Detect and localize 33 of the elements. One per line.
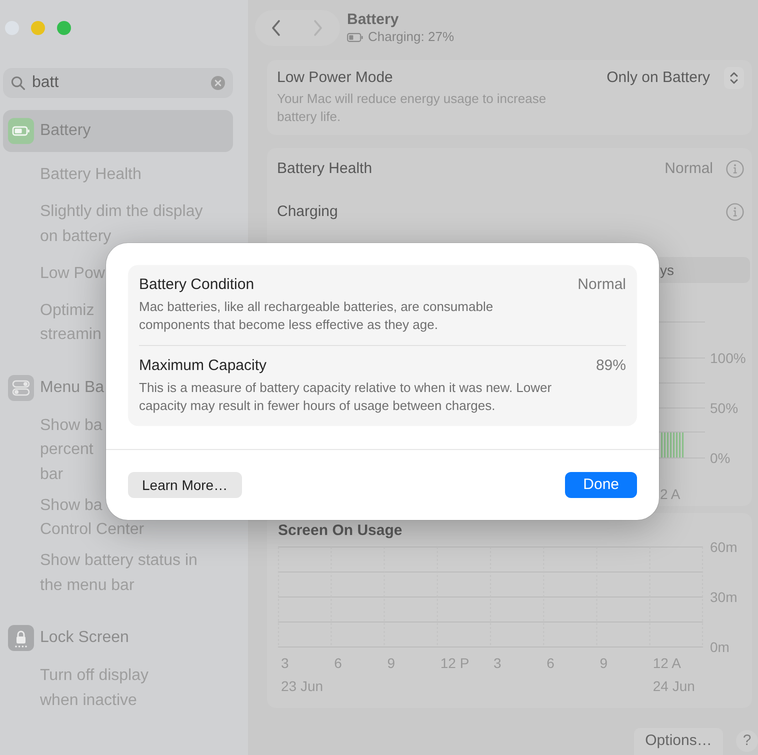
chart-title: Screen On Usage	[278, 522, 404, 539]
sidebar-item[interactable]: Battery	[3, 110, 233, 152]
row-description: This is a measure of battery capacity relative to when it was new. Lower capacity may result in fewer hours of usage between charges.	[139, 379, 553, 415]
setting-label: Charging	[277, 202, 338, 220]
help-button[interactable]: ?	[736, 730, 758, 752]
setting-value: Normal	[664, 158, 713, 179]
minimize-icon[interactable]	[31, 21, 45, 35]
mode-popup-button[interactable]: Only on Battery	[606, 67, 744, 89]
options-button[interactable]: Options…	[634, 728, 723, 755]
dialog-button[interactable]: Done	[565, 472, 637, 498]
info-icon[interactable]	[726, 202, 744, 220]
page-title: Battery	[347, 11, 400, 29]
sidebar-item[interactable]: Lock Screen	[3, 617, 134, 659]
zoom-icon[interactable]	[57, 21, 71, 35]
dialog-button[interactable]: Learn More…	[128, 472, 242, 498]
row-value: 89%	[596, 356, 626, 376]
row-title: Maximum Capacity	[139, 356, 267, 376]
toggles-icon	[8, 374, 34, 400]
row-title: Battery Condition	[139, 275, 254, 295]
setting-label: Battery Health	[277, 160, 372, 178]
search-icon	[11, 76, 25, 90]
row-description: Mac batteries, like all rechargeable batteries, are consumable components that become less effective as they age.	[139, 298, 494, 334]
search-field[interactable]: batt	[3, 68, 233, 98]
clear-icon[interactable]	[211, 76, 225, 90]
battery-icon	[8, 118, 34, 144]
period-tab[interactable]: ys	[659, 257, 750, 283]
charging-status: Charging: 27%	[368, 29, 454, 45]
lock-icon	[8, 625, 34, 651]
setting-label: Low Power Mode	[277, 69, 394, 87]
row-value: Normal	[578, 275, 626, 295]
search-input[interactable]: batt	[32, 71, 204, 95]
info-icon[interactable]	[726, 160, 744, 178]
battery-icon	[347, 32, 363, 42]
